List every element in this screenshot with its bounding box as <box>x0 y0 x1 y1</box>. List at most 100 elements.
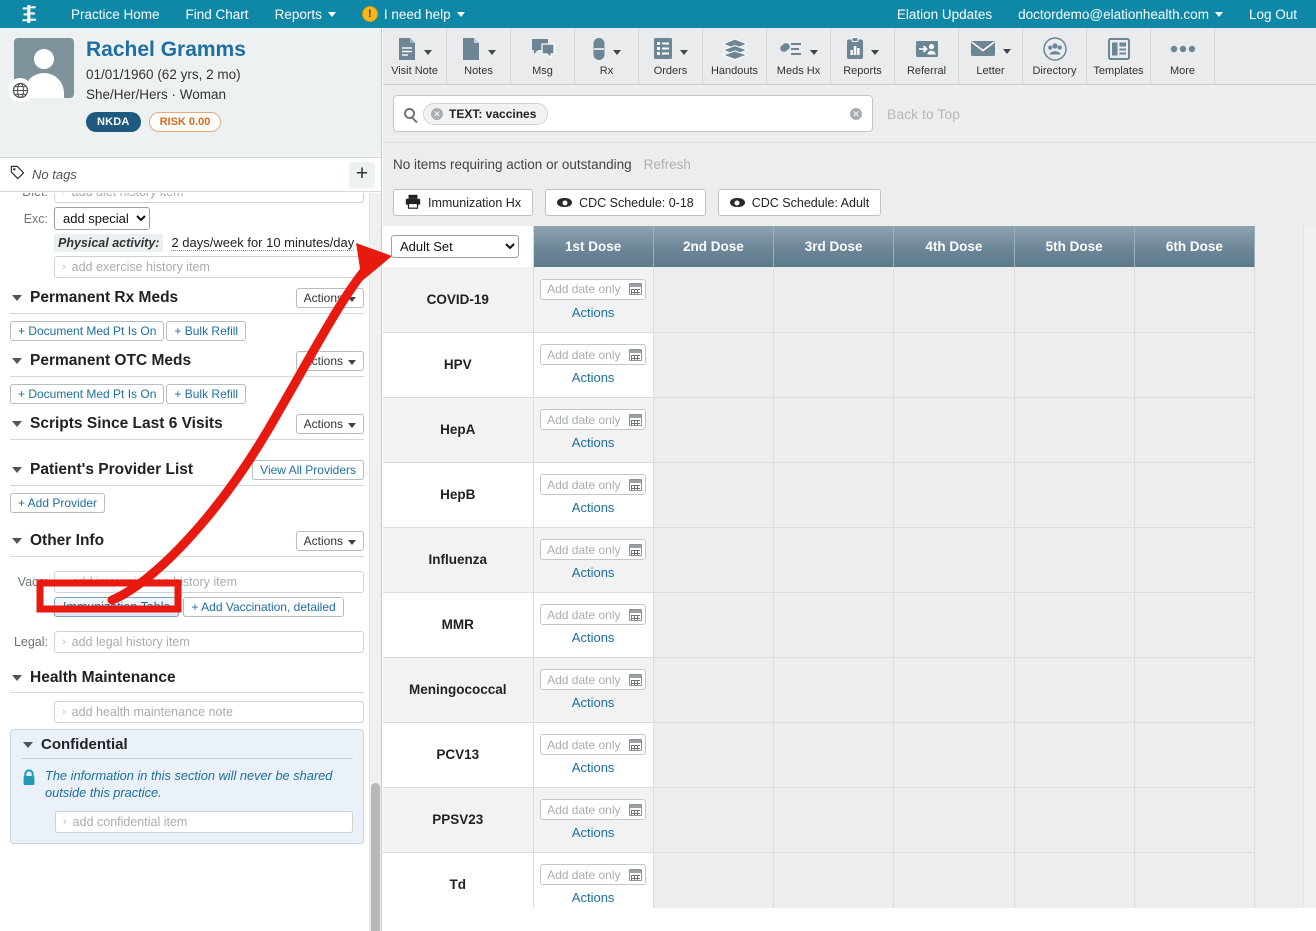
nav-account-menu[interactable]: doctordemo@elationhealth.com <box>1005 0 1236 28</box>
toolbar-templates[interactable]: Templates <box>1087 28 1151 84</box>
status-badge-allergy[interactable]: NKDA <box>86 112 141 132</box>
col-2nd-dose[interactable]: 2nd Dose <box>653 226 773 267</box>
calendar-icon[interactable] <box>629 609 642 621</box>
col-3rd-dose[interactable]: 3rd Dose <box>774 226 894 267</box>
toolbar-directory[interactable]: Directory <box>1023 28 1087 84</box>
add-provider-button[interactable]: + Add Provider <box>10 493 105 513</box>
collapse-triangle-icon[interactable] <box>12 467 22 473</box>
calendar-icon[interactable] <box>629 674 642 686</box>
confidential-item-input[interactable]: › add confidential item <box>55 811 353 833</box>
dose-date-input[interactable]: Add date only <box>540 279 646 300</box>
dose-date-input[interactable]: Add date only <box>540 344 646 365</box>
dose-date-input[interactable]: Add date only <box>540 604 646 625</box>
toolbar-referral[interactable]: Referral <box>895 28 959 84</box>
exercise-history-input[interactable]: › add exercise history item <box>54 256 364 278</box>
toolbar-visit-note[interactable]: Visit Note <box>383 28 447 84</box>
calendar-icon[interactable] <box>629 349 642 361</box>
elation-logo-icon[interactable] <box>0 3 58 25</box>
col-6th-dose[interactable]: 6th Dose <box>1134 226 1254 267</box>
collapse-triangle-icon[interactable] <box>12 675 22 681</box>
document-med-rx-button[interactable]: + Document Med Pt Is On <box>10 321 164 341</box>
col-4th-dose[interactable]: 4th Dose <box>894 226 1014 267</box>
other-info-actions-button[interactable]: Actions <box>296 531 364 551</box>
refresh-link[interactable]: Refresh <box>644 157 691 172</box>
dose-actions-link[interactable]: Actions <box>572 435 615 450</box>
calendar-icon[interactable] <box>629 414 642 426</box>
col-5th-dose[interactable]: 5th Dose <box>1014 226 1134 267</box>
calendar-icon[interactable] <box>629 479 642 491</box>
toolbar-more[interactable]: More <box>1151 28 1215 84</box>
dose-actions-link[interactable]: Actions <box>572 695 615 710</box>
dose-date-input[interactable]: Add date only <box>540 539 646 560</box>
nav-find-chart[interactable]: Find Chart <box>173 0 262 28</box>
dose-actions-link[interactable]: Actions <box>572 565 615 580</box>
clear-search-icon[interactable]: ✕ <box>850 108 862 120</box>
toolbar-handouts[interactable]: Handouts <box>703 28 767 84</box>
add-vaccination-detailed-button[interactable]: + Add Vaccination, detailed <box>183 597 343 617</box>
bulk-refill-otc-button[interactable]: + Bulk Refill <box>166 384 246 404</box>
cdc-schedule-adult-button[interactable]: CDC Schedule: Adult <box>718 189 881 216</box>
toolbar-msg[interactable]: Msg <box>511 28 575 84</box>
dose-date-input[interactable]: Add date only <box>540 474 646 495</box>
nav-elation-updates[interactable]: Elation Updates <box>884 0 1005 28</box>
dose-date-input[interactable]: Add date only <box>540 864 646 885</box>
dose-date-input[interactable]: Add date only <box>540 734 646 755</box>
dose-actions-link[interactable]: Actions <box>572 305 615 320</box>
immunization-history-input[interactable]: › add immunization history item <box>54 571 364 593</box>
chip-remove-icon[interactable]: ✕ <box>431 108 443 120</box>
vaccine-set-select[interactable]: Adult Set <box>391 235 519 258</box>
nav-practice-home[interactable]: Practice Home <box>58 0 173 28</box>
immunization-table-button[interactable]: Immunization Table <box>54 597 179 617</box>
rx-actions-button[interactable]: Actions <box>296 288 364 308</box>
toolbar-orders[interactable]: Orders <box>639 28 703 84</box>
nav-i-need-help[interactable]: ! I need help <box>349 0 478 28</box>
nav-reports[interactable]: Reports <box>262 0 349 28</box>
calendar-icon[interactable] <box>629 544 642 556</box>
collapse-triangle-icon[interactable] <box>23 742 33 748</box>
cdc-schedule-0-18-button[interactable]: CDC Schedule: 0-18 <box>545 189 706 216</box>
collapse-triangle-icon[interactable] <box>12 538 22 544</box>
collapse-triangle-icon[interactable] <box>12 358 22 364</box>
collapse-triangle-icon[interactable] <box>12 295 22 301</box>
dose-date-input[interactable]: Add date only <box>540 799 646 820</box>
dose-date-input[interactable]: Add date only <box>540 669 646 690</box>
dose-actions-link[interactable]: Actions <box>572 825 615 840</box>
toolbar-rx[interactable]: Rx <box>575 28 639 84</box>
toolbar-letter[interactable]: Letter <box>959 28 1023 84</box>
dose-actions-link[interactable]: Actions <box>572 370 615 385</box>
dose-actions-link[interactable]: Actions <box>572 630 615 645</box>
dose-actions-link[interactable]: Actions <box>572 760 615 775</box>
main-scrollbar-track[interactable] <box>1303 226 1316 908</box>
view-all-providers-button[interactable]: View All Providers <box>252 460 364 480</box>
dose-actions-link[interactable]: Actions <box>572 500 615 515</box>
calendar-icon[interactable] <box>629 869 642 881</box>
calendar-icon[interactable] <box>629 739 642 751</box>
toolbar-meds-hx[interactable]: Meds Hx <box>767 28 831 84</box>
toolbar-notes[interactable]: Notes <box>447 28 511 84</box>
diet-input[interactable]: › add diet history item <box>54 193 364 203</box>
avatar[interactable] <box>14 38 74 98</box>
bulk-refill-rx-button[interactable]: + Bulk Refill <box>166 321 246 341</box>
physical-activity-value[interactable]: 2 days/week for 10 minutes/day <box>171 235 354 251</box>
search-input[interactable]: ✕ TEXT: vaccines ✕ <box>393 95 873 132</box>
exc-special-select[interactable]: add special <box>54 207 150 230</box>
collapse-triangle-icon[interactable] <box>12 421 22 427</box>
search-filter-chip[interactable]: ✕ TEXT: vaccines <box>423 103 548 125</box>
nav-log-out[interactable]: Log Out <box>1236 0 1310 28</box>
page-title[interactable]: Rachel Gramms <box>86 38 369 61</box>
dose-date-input[interactable]: Add date only <box>540 409 646 430</box>
document-med-otc-button[interactable]: + Document Med Pt Is On <box>10 384 164 404</box>
immunization-hx-button[interactable]: Immunization Hx <box>393 189 533 216</box>
calendar-icon[interactable] <box>629 283 642 295</box>
calendar-icon[interactable] <box>629 804 642 816</box>
legal-history-input[interactable]: › add legal history item <box>54 631 364 653</box>
col-1st-dose[interactable]: 1st Dose <box>533 226 653 267</box>
status-badge-risk[interactable]: RISK 0.00 <box>149 112 222 132</box>
add-tag-button[interactable]: + <box>349 162 375 188</box>
health-maintenance-input[interactable]: › add health maintenance note <box>54 701 364 723</box>
toolbar-reports[interactable]: Reports <box>831 28 895 84</box>
scripts-actions-button[interactable]: Actions <box>296 414 364 434</box>
dose-actions-link[interactable]: Actions <box>572 890 615 905</box>
back-to-top-link[interactable]: Back to Top <box>887 106 960 122</box>
otc-actions-button[interactable]: Actions <box>296 351 364 371</box>
